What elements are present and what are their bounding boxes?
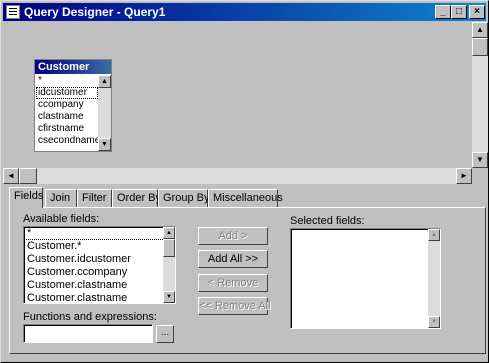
table-field-item[interactable]: clastname bbox=[36, 111, 98, 123]
add-all-button[interactable]: Add All >> bbox=[198, 250, 268, 268]
available-fields-list[interactable]: * Customer.* Customer.idcustomer Custome… bbox=[23, 226, 176, 304]
query-designer-window: Query Designer - Query1 _ □ × Customer *… bbox=[0, 0, 489, 363]
title-bar[interactable]: Query Designer - Query1 _ □ × bbox=[3, 3, 486, 21]
list-item[interactable]: * bbox=[24, 227, 175, 240]
arrow-up-icon[interactable]: ▲ bbox=[163, 227, 175, 239]
tab-order-by[interactable]: Order By bbox=[112, 189, 161, 207]
tab-group-by[interactable]: Group By bbox=[158, 189, 209, 207]
diagram-horizontal-scrollbar[interactable]: ◄ ► bbox=[3, 168, 472, 184]
list-item[interactable]: Customer.idcustomer bbox=[24, 253, 175, 266]
table-field-item[interactable]: ccompany bbox=[36, 99, 98, 111]
minimize-button[interactable]: _ bbox=[435, 5, 451, 19]
list-item[interactable]: Customer.ccompany bbox=[24, 266, 175, 279]
remove-all-button[interactable]: << Remove All bbox=[198, 297, 271, 315]
customer-table-box[interactable]: Customer * idcustomer ccompany clastname… bbox=[34, 59, 112, 152]
arrow-down-icon[interactable]: ▼ bbox=[163, 291, 175, 303]
table-title[interactable]: Customer bbox=[35, 60, 111, 74]
functions-label: Functions and expressions: bbox=[23, 311, 157, 323]
arrow-up-icon[interactable]: ▲ bbox=[428, 229, 440, 241]
list-scrollbar[interactable]: ▲ ▼ bbox=[428, 229, 440, 328]
arrow-up-icon[interactable]: ▲ bbox=[472, 22, 488, 38]
table-field-list[interactable]: * idcustomer ccompany clastname cfirstna… bbox=[36, 75, 98, 151]
table-field-item[interactable]: csecondname bbox=[36, 135, 98, 147]
diagram-vertical-scrollbar[interactable]: ▲ ▼ bbox=[472, 22, 488, 168]
arrow-down-icon[interactable]: ▼ bbox=[98, 138, 111, 151]
table-field-item[interactable]: * bbox=[36, 75, 98, 87]
available-fields-label: Available fields: bbox=[23, 213, 100, 225]
scrollbar-corner bbox=[472, 168, 488, 184]
selected-fields-list[interactable]: ▲ ▼ bbox=[290, 228, 441, 329]
tab-filter[interactable]: Filter bbox=[77, 189, 112, 207]
selected-fields-label: Selected fields: bbox=[290, 215, 365, 227]
scroll-thumb[interactable] bbox=[163, 239, 175, 257]
maximize-button[interactable]: □ bbox=[451, 5, 467, 19]
list-item[interactable]: Customer.clastname bbox=[24, 292, 175, 303]
window-icon bbox=[6, 5, 20, 19]
table-scrollbar[interactable]: ▲ ▼ bbox=[98, 75, 111, 151]
list-scrollbar[interactable]: ▲ ▼ bbox=[163, 227, 175, 303]
arrow-down-icon[interactable]: ▼ bbox=[472, 152, 488, 168]
table-field-item[interactable]: idcustomer bbox=[36, 87, 98, 99]
arrow-down-icon[interactable]: ▼ bbox=[428, 316, 440, 328]
list-item[interactable]: Customer.* bbox=[24, 240, 175, 253]
close-button[interactable]: × bbox=[469, 5, 485, 19]
tab-miscellaneous[interactable]: Miscellaneous bbox=[208, 189, 283, 207]
tab-fields[interactable]: Fields bbox=[9, 187, 43, 208]
add-button[interactable]: Add > bbox=[198, 227, 268, 245]
remove-button[interactable]: < Remove bbox=[198, 274, 268, 292]
functions-input[interactable] bbox=[23, 324, 153, 343]
list-item[interactable]: Customer.clastname bbox=[24, 279, 175, 292]
scroll-thumb[interactable] bbox=[472, 38, 488, 56]
scroll-thumb[interactable] bbox=[19, 168, 37, 184]
arrow-right-icon[interactable]: ► bbox=[456, 168, 472, 184]
arrow-left-icon[interactable]: ◄ bbox=[3, 168, 19, 184]
fields-tab-panel: Available fields: * Customer.* Customer.… bbox=[9, 207, 486, 354]
window-title: Query Designer - Query1 bbox=[24, 5, 166, 19]
tab-join[interactable]: Join bbox=[45, 189, 77, 207]
browse-button[interactable]: ... bbox=[156, 325, 174, 343]
arrow-up-icon[interactable]: ▲ bbox=[98, 75, 111, 88]
diagram-pane[interactable]: Customer * idcustomer ccompany clastname… bbox=[3, 22, 472, 168]
table-field-item[interactable]: cfirstname bbox=[36, 123, 98, 135]
